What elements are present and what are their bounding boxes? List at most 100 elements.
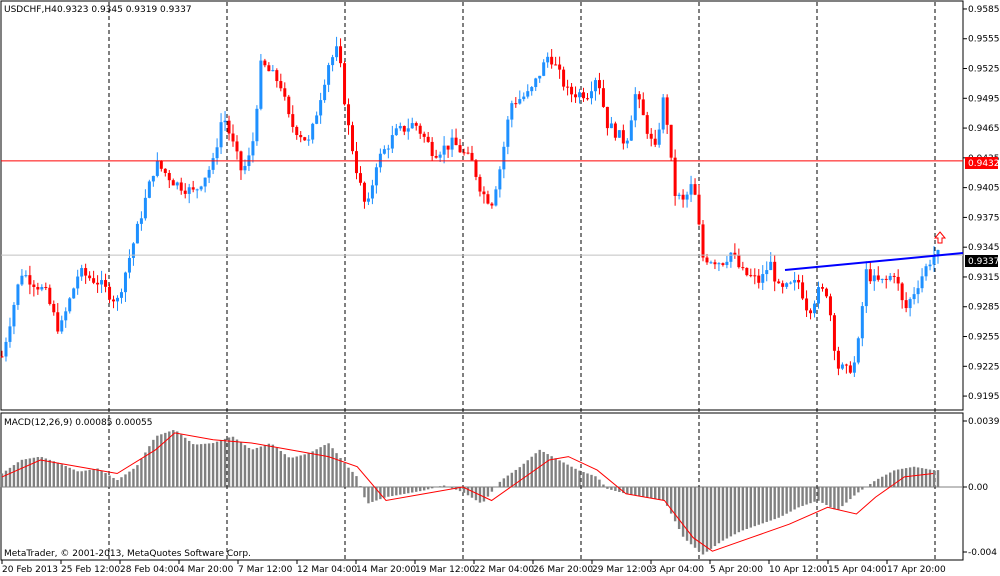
candle-body <box>697 194 701 225</box>
candle-body <box>729 252 733 262</box>
candle-body <box>458 145 462 153</box>
histogram-bar <box>215 441 219 487</box>
candle-body <box>781 283 785 287</box>
histogram-bar <box>442 485 446 487</box>
histogram-bar <box>235 439 239 487</box>
histogram-bar <box>598 479 601 487</box>
candle-body <box>207 169 211 178</box>
candle-body <box>589 91 593 99</box>
histogram-bar <box>825 487 828 506</box>
macd-tick-bottom: -0.004 <box>968 548 997 558</box>
histogram-bar <box>885 474 888 487</box>
candle-body <box>48 287 52 304</box>
histogram-bar <box>391 487 394 497</box>
histogram-bar <box>733 487 737 535</box>
histogram-bar <box>685 487 689 541</box>
candle-body <box>876 275 880 280</box>
candle-body <box>593 80 597 92</box>
candle-body <box>542 62 546 76</box>
price-tick-label: 0.9585 <box>968 5 1000 15</box>
histogram-bar <box>490 487 494 492</box>
histogram-bar <box>191 444 195 487</box>
histogram-bar <box>446 486 450 488</box>
current-price-label: 0.9337 <box>968 257 1000 267</box>
candle-body <box>558 64 562 70</box>
macd-tick-zero: 0.00 <box>968 483 988 493</box>
candle-body <box>406 128 410 132</box>
candle-body <box>526 91 530 97</box>
candle-body <box>227 120 231 134</box>
candle-body <box>701 224 705 258</box>
candle-body <box>721 263 725 265</box>
candle-body <box>422 133 426 137</box>
histogram-bar <box>721 487 725 541</box>
candle-body <box>522 96 526 100</box>
candle-body <box>243 165 247 171</box>
candle-body <box>494 189 498 206</box>
candle-body <box>920 276 924 289</box>
histogram-bar <box>570 466 573 487</box>
candle-body <box>657 129 661 145</box>
candle-body <box>585 98 589 100</box>
histogram-bar <box>128 471 131 487</box>
histogram-bar <box>327 443 330 487</box>
histogram-bar <box>650 487 653 499</box>
histogram-bar <box>630 487 633 495</box>
histogram-bar <box>251 449 255 487</box>
candle-body <box>761 274 765 283</box>
histogram-bar <box>124 474 127 487</box>
candle-body <box>892 275 896 277</box>
histogram-bar <box>136 465 139 487</box>
candle-body <box>641 99 645 116</box>
time-tick-label: 10 Apr 12:00 <box>769 565 828 575</box>
candle-body <box>175 182 179 186</box>
candle-body <box>8 326 12 342</box>
candle-body <box>661 97 665 130</box>
price-axis: 0.95850.95550.95250.94950.94650.94350.94… <box>963 5 1000 402</box>
histogram-bar <box>112 477 115 487</box>
candle-body <box>295 126 299 136</box>
candle-body <box>470 152 474 161</box>
candle-body <box>446 145 450 150</box>
histogram-bar <box>729 487 733 537</box>
candle-body <box>474 160 478 177</box>
candle-body <box>354 151 358 174</box>
candle-body <box>76 276 80 289</box>
histogram-bar <box>646 487 649 498</box>
candle-body <box>72 288 76 299</box>
histogram-bar <box>506 475 510 487</box>
candle-body <box>852 362 856 373</box>
candle-body <box>0 356 4 358</box>
histogram-bar <box>120 477 123 487</box>
histogram-bar <box>152 439 155 487</box>
histogram-bar <box>857 487 860 493</box>
time-axis: 20 Feb 2013 25 Feb 12:00 28 Feb 04:00 4 Mar… <box>1 560 946 575</box>
histogram-bar <box>211 443 215 487</box>
histogram-bar <box>415 487 418 492</box>
histogram-bar <box>638 487 641 497</box>
histogram-bar <box>582 472 585 487</box>
histogram-bar <box>271 444 275 487</box>
histogram-bar <box>773 487 776 520</box>
time-tick-label: 20 Feb 2013 <box>2 565 58 575</box>
histogram-bar <box>924 468 928 487</box>
price-tick-label: 0.9525 <box>968 65 1000 75</box>
candle-body <box>769 261 773 271</box>
histogram-bar <box>371 487 374 502</box>
candle-body <box>777 281 781 284</box>
histogram-bar <box>725 487 729 539</box>
histogram-bar <box>430 487 434 489</box>
candle-body <box>147 181 151 198</box>
histogram-bar <box>367 487 370 504</box>
candle-body <box>582 92 586 99</box>
histogram-bar <box>610 487 613 490</box>
histogram-bar <box>805 487 808 505</box>
time-tick-label: 26 Mar 20:00 <box>533 565 593 575</box>
histogram-bar <box>936 470 940 487</box>
candle-body <box>601 88 605 107</box>
histogram-bar <box>383 487 386 498</box>
histogram-bar <box>769 487 772 521</box>
histogram-bar <box>88 469 91 487</box>
histogram-bar <box>841 487 844 507</box>
candle-body <box>502 146 506 170</box>
